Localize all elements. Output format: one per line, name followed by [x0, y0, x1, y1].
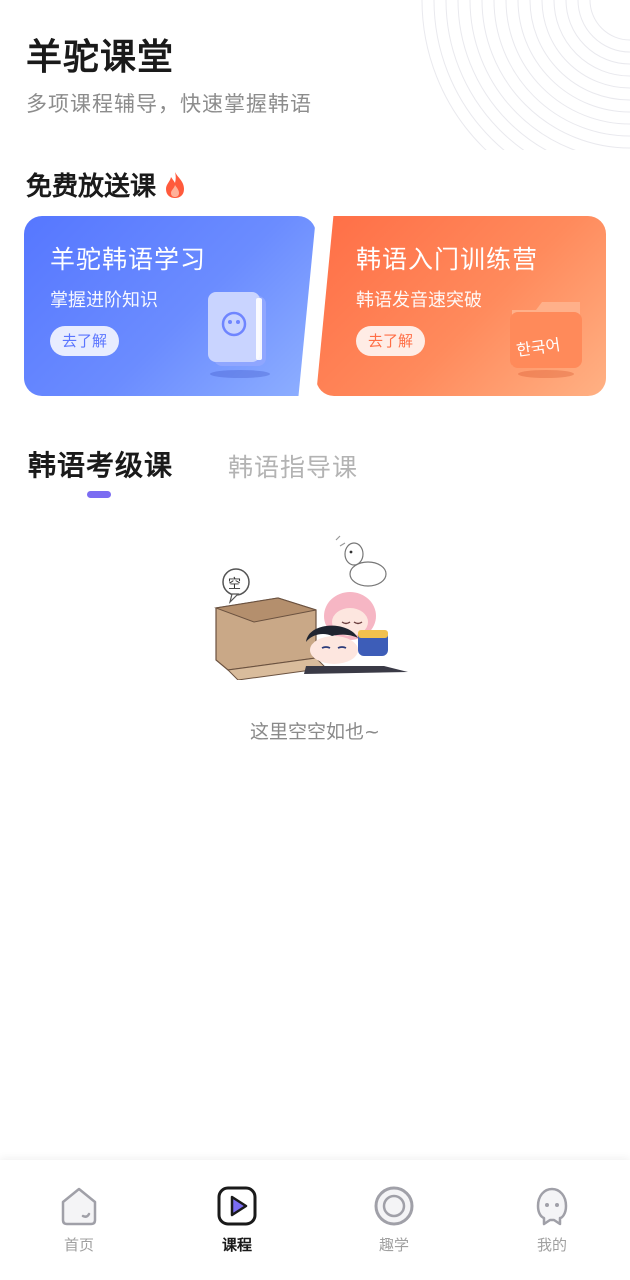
folder-icon: 한국어 [506, 296, 588, 378]
tabbar-item-course[interactable]: 课程 [177, 1184, 297, 1255]
tabbar-label: 趣学 [378, 1236, 409, 1254]
promo-card-alpaca-korean[interactable]: 羊驼韩语学习 掌握进阶知识 去了解 [24, 216, 316, 396]
page-title: 羊驼课堂 [26, 37, 175, 78]
tabbar-label: 首页 [63, 1236, 94, 1254]
home-icon [61, 1187, 97, 1226]
learn-more-button[interactable]: 去了解 [356, 326, 426, 356]
card-subtitle: 掌握进阶知识 [50, 290, 158, 311]
bottom-tab-bar: 首页 课程 趣学 我的 [0, 1160, 630, 1280]
tab-guidance-course[interactable]: 韩语指导课 [228, 448, 358, 484]
book-icon [208, 292, 270, 378]
empty-bubble-text: 空 [228, 577, 242, 592]
tabbar-item-fun-learning[interactable]: 趣学 [334, 1184, 454, 1255]
card-subtitle: 韩语发音速突破 [356, 290, 482, 311]
decorative-rings [421, 0, 630, 150]
fire-icon [166, 171, 185, 198]
learn-more-button[interactable]: 去了解 [50, 326, 120, 356]
card-title: 韩语入门训练营 [356, 245, 539, 274]
card-title: 羊驼韩语学习 [50, 245, 207, 274]
profile-ghost-icon [536, 1187, 568, 1226]
promo-card-korean-bootcamp[interactable]: 韩语入门训练营 韩语发音速突破 去了解 한국어 [316, 216, 606, 396]
tab-exam-course[interactable]: 韩语考级课 [28, 444, 173, 484]
circle-icon [374, 1186, 414, 1226]
free-courses-title: 免费放送课 [26, 172, 157, 202]
tabbar-label: 我的 [536, 1236, 567, 1254]
empty-state-text: 这里空空如也~ [250, 721, 380, 743]
tabbar-label: 课程 [221, 1236, 252, 1254]
free-courses-heading: 免费放送课 [26, 166, 186, 203]
course-play-icon [217, 1186, 257, 1226]
tab-indicator [87, 491, 111, 498]
tabbar-item-profile[interactable]: 我的 [492, 1184, 612, 1255]
empty-state-illustration: 空 [208, 530, 422, 680]
tabbar-item-home[interactable]: 首页 [19, 1184, 139, 1255]
page-subtitle: 多项课程辅导，快速掌握韩语 [26, 92, 312, 116]
